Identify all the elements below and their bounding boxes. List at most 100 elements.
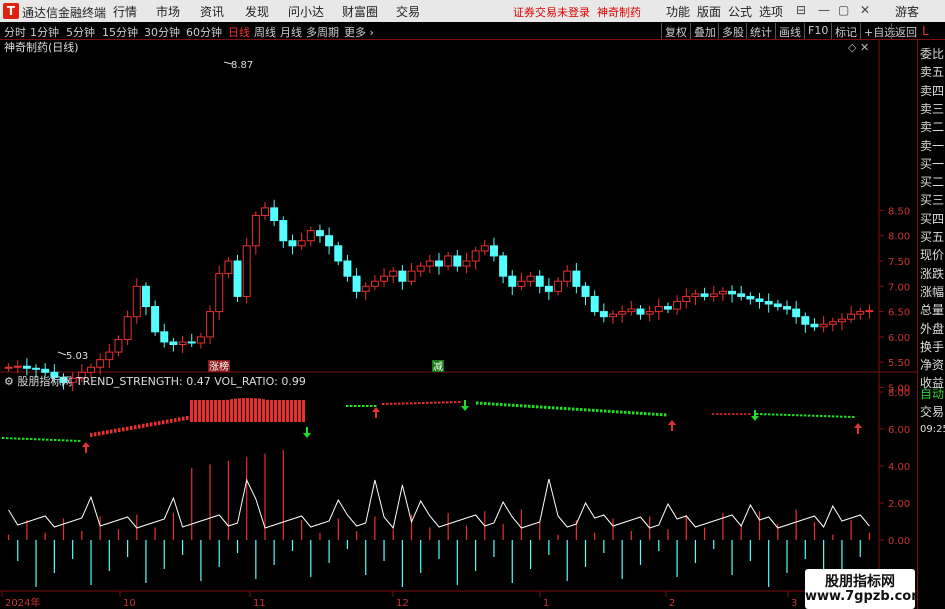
period-60min[interactable]: 60分钟 [186,24,222,40]
price-tick-label: 7.50 [888,257,910,268]
chevron-right-icon: › [369,26,374,39]
period-more[interactable]: 更多 › [344,24,374,40]
mark-button[interactable]: 标记 [831,23,860,39]
candle-body [270,207,279,222]
menu-formula[interactable]: 公式 [728,3,752,20]
candle-body [13,365,22,368]
candle-body [865,310,874,313]
side-item-7: 买二 [920,175,945,190]
candle-body [87,366,95,373]
candle-body [132,285,141,318]
period-1min[interactable]: 1分钟 [30,24,59,40]
period-30min[interactable]: 30分钟 [144,24,180,40]
candle-body [297,240,306,247]
trend-dot [446,401,449,404]
back-button[interactable]: 返回 [891,23,920,39]
close-icon[interactable]: ✕ [860,3,870,17]
arrow-up-icon [668,420,676,431]
menu-layout[interactable]: 版面 [697,3,721,20]
auto-label[interactable]: 自动 [920,386,944,402]
menu-quotes[interactable]: 行情 [113,3,137,20]
trend-dot [620,410,623,414]
period-multi[interactable]: 多周期 [306,24,339,40]
period-5min[interactable]: 5分钟 [66,24,95,40]
trend-dot [350,405,353,407]
trend-strength-label: TREND_STRENGTH: 0.47 [75,375,211,388]
trend-dot [434,401,437,404]
menu-functions[interactable]: 功能 [666,3,690,20]
trend-dot [556,406,559,410]
trend-bar [262,399,265,422]
trend-dot [454,401,457,404]
menu-options[interactable]: 选项 [759,3,783,20]
trend-dot [390,402,393,405]
trend-dot [2,437,5,439]
kline-chart[interactable]: 神奇制药(日线) ◇ ✕ 8.50 8.00 7.50 7.00 6.50 6.00 5.5… [0,40,917,609]
menu-wealth-circle[interactable]: 财富圈 [342,3,378,20]
menu-discover[interactable]: 发现 [245,3,269,20]
multi-stock-button[interactable]: 多股 [718,23,747,39]
trend-dot [358,405,361,407]
ind-tick-label: 0.00 [888,536,910,547]
trend-dot [130,425,133,430]
trend-dot [58,439,61,442]
trend-dot [142,423,145,428]
indicator-gear-icon: ⚙ [4,375,17,388]
trade-label[interactable]: 交易 [920,404,944,420]
candle-body [315,230,324,237]
winmenu-icon[interactable]: ⊟ [796,3,806,17]
restore-rights-button[interactable]: 复权 [661,23,690,39]
trend-dot [840,415,843,418]
trend-bar [210,400,213,422]
candle-body [517,280,526,287]
level-badge[interactable]: L [922,24,929,38]
minimize-icon[interactable]: — [818,3,830,17]
trend-dot [760,413,763,416]
period-15min[interactable]: 15分钟 [102,24,138,40]
period-weekly[interactable]: 周线 [254,24,276,40]
ind-tick-label: 2.00 [888,499,910,510]
trend-dot [552,406,555,410]
draw-line-button[interactable]: 画线 [775,23,804,39]
side-item-9: 买四 [920,211,945,226]
trend-dot [394,402,397,405]
side-item-3: 卖三 [920,101,945,116]
indicator-volume-bars [7,450,871,587]
period-daily[interactable]: 日线 [228,24,250,40]
menu-news[interactable]: 资讯 [200,3,224,20]
trend-dot [346,405,349,407]
trend-dot [398,402,401,405]
menu-trade[interactable]: 交易 [396,3,420,20]
maximize-icon[interactable]: ▢ [838,3,849,17]
overlay-button[interactable]: 叠加 [690,23,719,39]
trend-dot [34,438,37,441]
app-title: 通达信金融终端 [22,6,107,20]
user-guest[interactable]: 游客 [895,3,919,20]
tag-down: 减 [433,361,443,373]
trend-dot [772,413,775,416]
title-bar: T 通达信金融终端 行情 市场 资讯 发现 问小达 财富圈 交易 证券交易未登录… [0,0,945,22]
trend-dot [596,409,599,413]
candle-body [783,306,791,310]
candle-body [288,240,297,247]
f10-button[interactable]: F10 [804,23,831,39]
chart-area[interactable]: 神奇制药(日线) ◇ ✕ 8.50 8.00 7.50 7.00 6.50 6.00 5.5… [0,40,925,609]
trend-dot [450,401,453,404]
candle-body [187,341,196,344]
trend-dot [102,430,105,435]
login-warning[interactable]: 证券交易未登录 神奇制药 [513,4,641,20]
menu-ask[interactable]: 问小达 [288,3,324,20]
candle-body [114,338,123,353]
trend-dot [158,420,161,425]
arrow-down-icon [751,410,759,421]
trend-dot [488,402,491,406]
statistics-button[interactable]: 统计 [746,23,775,39]
menu-market[interactable]: 市场 [156,3,180,20]
trend-dot [382,403,385,405]
period-monthly[interactable]: 月线 [280,24,302,40]
period-tick[interactable]: 分时 [4,24,26,40]
trend-dot [38,438,41,441]
watermark-logo: 股朋指标网 www.7gpzb.com [805,569,925,609]
trend-dot [374,405,377,407]
trend-dot [42,438,45,441]
